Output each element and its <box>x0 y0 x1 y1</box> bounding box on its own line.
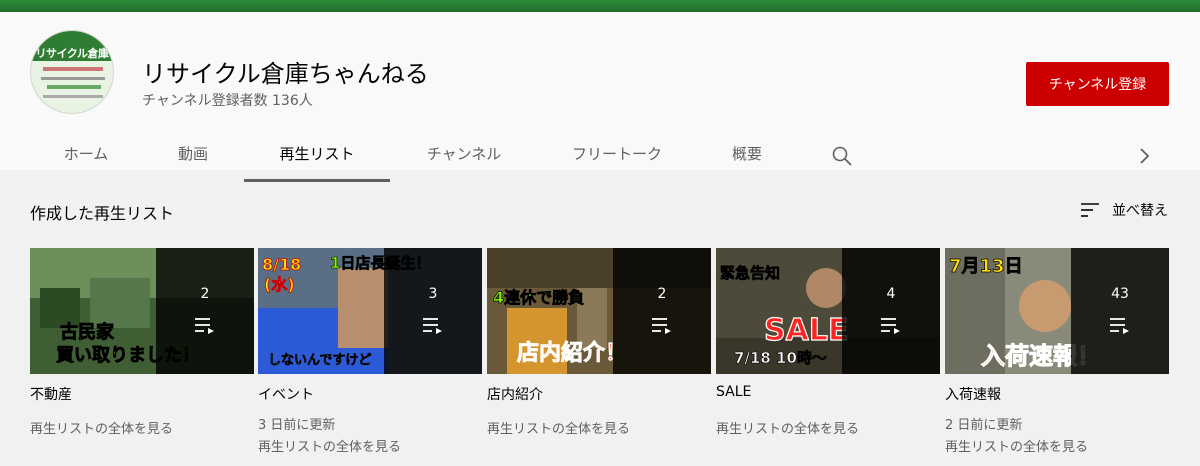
playlist-icon <box>195 318 214 334</box>
thumb-text: (水) <box>264 275 295 294</box>
thumb-text: 古民家 <box>60 321 115 343</box>
playlist-card[interactable]: 7月13日 入荷速報！ 43 入荷速報 2 日前に更新 再生リストの全体を見る <box>945 248 1169 455</box>
channel-header: リサイクル倉庫 リサイクル倉庫ちゃんねる チャンネル登録者数 136人 チャンネ… <box>0 12 1200 182</box>
playlist-icon <box>423 318 442 334</box>
playlist-title[interactable]: SALE <box>716 384 751 400</box>
view-full-playlist-link[interactable]: 再生リストの全体を見る <box>716 418 859 437</box>
thumb-text: 8/18 <box>262 255 301 274</box>
thumb-text: SALE <box>764 313 848 348</box>
tab-playlists[interactable]: 再生リスト <box>244 130 390 182</box>
video-count: 2 <box>657 286 667 302</box>
playlist-overlay: 3 <box>384 248 482 374</box>
playlist-card[interactable]: 4連休で勝負 店内紹介！ 2 店内紹介 再生リストの全体を見る <box>487 248 711 437</box>
avatar-line <box>43 95 103 98</box>
playlist-icon <box>881 318 900 334</box>
playlist-card[interactable]: 8/18 (水) 1日店長誕生！ しないんですけど 3 イベント 3 日前に更新… <box>258 248 482 455</box>
video-count: 3 <box>428 286 438 302</box>
video-count: 4 <box>886 286 896 302</box>
avatar-line <box>47 85 101 89</box>
view-full-playlist-link[interactable]: 再生リストの全体を見る <box>258 436 401 455</box>
thumb-text: 7/18 10時〜 <box>734 349 827 367</box>
video-count: 2 <box>200 286 210 302</box>
thumb-text: 店内紹介！ <box>517 340 627 366</box>
tab-about[interactable]: 概要 <box>696 130 798 182</box>
tab-videos[interactable]: 動画 <box>142 130 244 182</box>
playlist-overlay: 4 <box>842 248 940 374</box>
thumb-text: 7月13日 <box>949 256 1023 277</box>
sort-icon <box>1081 203 1099 217</box>
playlist-title[interactable]: 入荷速報 <box>945 384 1001 404</box>
playlist-title[interactable]: 店内紹介 <box>487 384 543 404</box>
playlist-icon <box>652 318 671 334</box>
thumb-text: 緊急告知 <box>720 264 780 282</box>
subscriber-count: チャンネル登録者数 136人 <box>142 93 313 109</box>
playlist-overlay: 43 <box>1071 248 1169 374</box>
playlist-card[interactable]: 緊急告知 SALE 7/18 10時〜 4 SALE 再生リストの全体を見る <box>716 248 940 437</box>
view-full-playlist-link[interactable]: 再生リストの全体を見る <box>945 436 1088 455</box>
section-title: 作成した再生リスト <box>30 204 175 223</box>
playlist-title[interactable]: イベント <box>258 384 314 404</box>
thumb-text: しないんですけど <box>268 353 371 368</box>
search-icon[interactable] <box>830 144 854 168</box>
playlist-thumbnail[interactable]: 古民家 買い取りました！ 2 <box>30 248 254 374</box>
avatar-brand-text: リサイクル倉庫 <box>35 47 109 60</box>
channel-avatar[interactable]: リサイクル倉庫 <box>30 30 114 114</box>
channel-name: リサイクル倉庫ちゃんねる <box>142 60 429 88</box>
avatar-line <box>43 67 103 71</box>
playlist-overlay: 2 <box>156 248 254 374</box>
channel-tabs: ホーム 動画 再生リスト チャンネル フリートーク 概要 <box>0 130 1200 182</box>
playlist-thumbnail[interactable]: 4連休で勝負 店内紹介！ 2 <box>487 248 711 374</box>
chevron-right-icon[interactable] <box>1132 144 1156 168</box>
sort-label: 並べ替え <box>1112 203 1168 219</box>
avatar-line <box>41 77 105 80</box>
playlist-thumbnail[interactable]: 7月13日 入荷速報！ 43 <box>945 248 1169 374</box>
tab-channels[interactable]: チャンネル <box>390 130 538 182</box>
tab-free-talk[interactable]: フリートーク <box>538 130 696 182</box>
playlist-thumbnail[interactable]: 8/18 (水) 1日店長誕生！ しないんですけど 3 <box>258 248 482 374</box>
tab-home[interactable]: ホーム <box>30 130 142 182</box>
playlist-card[interactable]: 古民家 買い取りました！ 2 不動産 再生リストの全体を見る <box>30 248 254 437</box>
playlist-icon <box>1110 318 1129 334</box>
subscribe-button[interactable]: チャンネル登録 <box>1026 62 1169 106</box>
channel-banner <box>0 0 1200 12</box>
updated-text: 3 日前に更新 <box>258 418 336 433</box>
view-full-playlist-link[interactable]: 再生リストの全体を見る <box>30 418 173 437</box>
view-full-playlist-link[interactable]: 再生リストの全体を見る <box>487 418 630 437</box>
thumb-text: 4連休で勝負 <box>493 288 584 307</box>
playlist-thumbnail[interactable]: 緊急告知 SALE 7/18 10時〜 4 <box>716 248 940 374</box>
updated-text: 2 日前に更新 <box>945 418 1023 433</box>
playlist-overlay: 2 <box>613 248 711 374</box>
video-count: 43 <box>1111 286 1129 302</box>
playlist-title[interactable]: 不動産 <box>30 384 72 404</box>
